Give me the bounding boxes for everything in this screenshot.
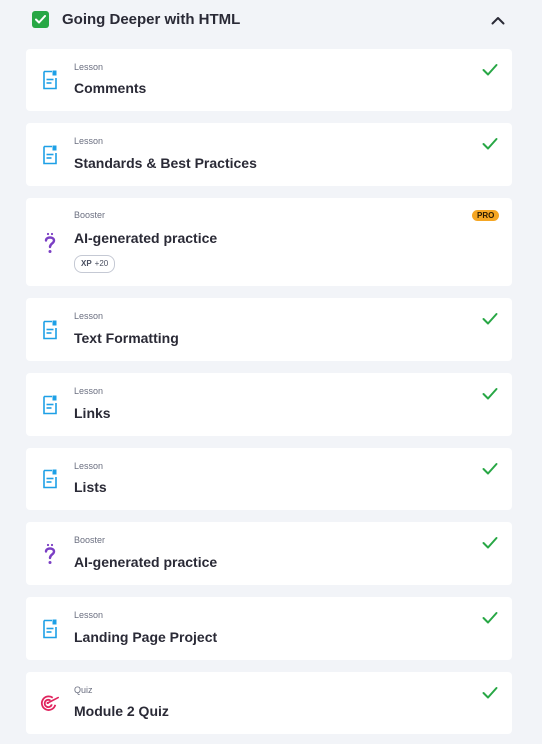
xp-label: XP	[81, 259, 92, 268]
item-title: Comments	[74, 80, 147, 96]
question-icon	[40, 543, 60, 565]
completed-check-icon	[482, 63, 498, 77]
booster-card-ai-practice[interactable]: Booster AI-generated practice PRO XP +20	[26, 198, 512, 286]
completed-check-icon	[482, 686, 498, 700]
item-title: Lists	[74, 479, 107, 495]
collapse-chevron-up-icon[interactable]	[488, 11, 508, 29]
lesson-card-standards[interactable]: Lesson Standards & Best Practices	[26, 123, 512, 186]
xp-reward-pill: XP +20	[74, 255, 116, 273]
document-icon	[40, 144, 60, 166]
lesson-card-links[interactable]: Lesson Links	[26, 373, 512, 436]
target-icon	[40, 692, 60, 714]
module-header[interactable]: Going Deeper with HTML	[0, 0, 542, 40]
document-icon	[40, 69, 60, 91]
completed-check-icon	[482, 387, 498, 401]
item-type-label: Booster	[74, 535, 106, 545]
lesson-card-lists[interactable]: Lesson Lists	[26, 448, 512, 510]
module-complete-check-icon	[32, 11, 49, 28]
item-title: AI-generated practice	[74, 554, 218, 570]
item-type-label: Quiz	[74, 685, 93, 695]
item-title: AI-generated practice	[74, 230, 218, 246]
pro-badge: PRO	[472, 210, 500, 221]
document-icon	[40, 394, 60, 416]
item-title: Text Formatting	[74, 330, 179, 346]
item-type-label: Lesson	[74, 461, 104, 471]
item-type-label: Lesson	[74, 136, 104, 146]
completed-check-icon	[482, 611, 498, 625]
item-title: Links	[74, 405, 111, 421]
completed-check-icon	[482, 462, 498, 476]
item-type-label: Booster	[74, 210, 106, 220]
lesson-card-comments[interactable]: Lesson Comments	[26, 49, 512, 111]
completed-check-icon	[482, 137, 498, 151]
booster-card-ai-practice-2[interactable]: Booster AI-generated practice	[26, 522, 512, 585]
question-icon	[40, 232, 60, 254]
item-title: Standards & Best Practices	[74, 155, 257, 171]
xp-value: +20	[94, 259, 109, 268]
module-title: Going Deeper with HTML	[62, 11, 241, 28]
document-icon	[40, 618, 60, 640]
item-type-label: Lesson	[74, 386, 104, 396]
lesson-card-landing-page-project[interactable]: Lesson Landing Page Project	[26, 597, 512, 660]
completed-check-icon	[482, 536, 498, 550]
document-icon	[40, 468, 60, 490]
document-icon	[40, 319, 60, 341]
item-type-label: Lesson	[74, 62, 104, 72]
completed-check-icon	[482, 312, 498, 326]
item-title: Landing Page Project	[74, 629, 218, 645]
item-type-label: Lesson	[74, 311, 104, 321]
lesson-card-text-formatting[interactable]: Lesson Text Formatting	[26, 298, 512, 361]
quiz-card-module-2[interactable]: Quiz Module 2 Quiz	[26, 672, 512, 734]
item-title: Module 2 Quiz	[74, 703, 169, 719]
item-type-label: Lesson	[74, 610, 104, 620]
